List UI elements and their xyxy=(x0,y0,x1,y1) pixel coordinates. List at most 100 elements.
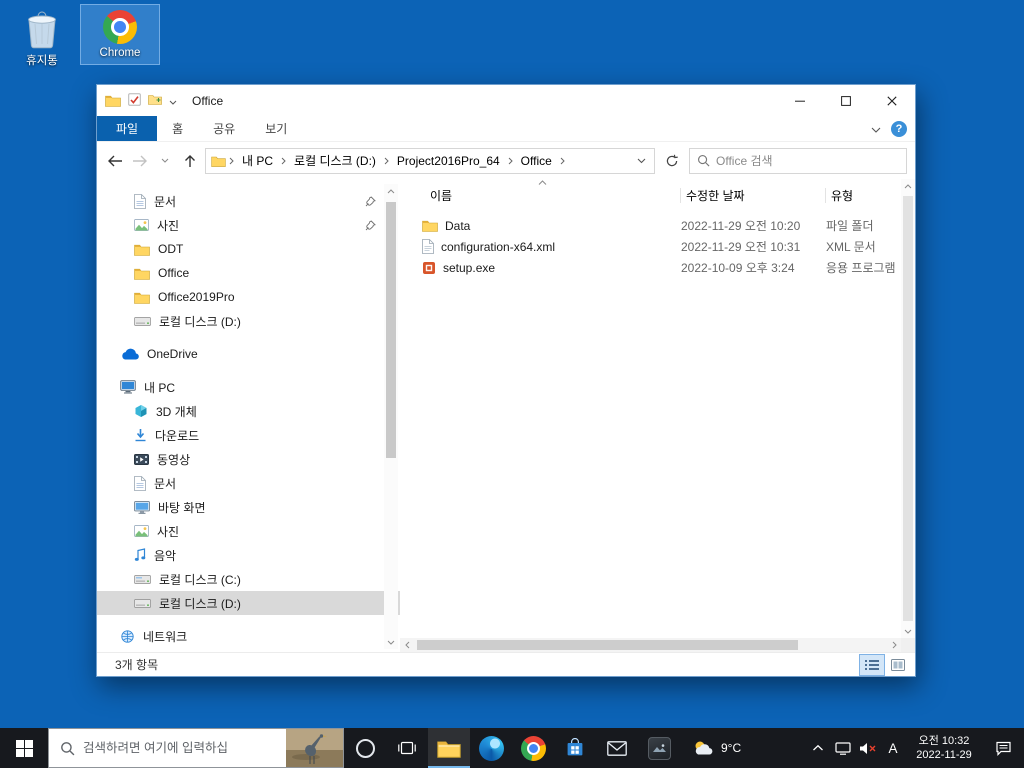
chrome-button[interactable] xyxy=(512,728,554,768)
search-icon xyxy=(60,741,75,756)
details-view-button[interactable] xyxy=(859,653,885,676)
desktop-icon-chrome[interactable]: Chrome xyxy=(80,4,160,65)
chevron-up-icon xyxy=(812,744,824,752)
window-title: Office xyxy=(192,93,224,108)
chrome-icon xyxy=(520,735,546,761)
up-button[interactable] xyxy=(180,154,200,168)
large-icons-view-button[interactable] xyxy=(886,655,910,675)
scrollbar-corner xyxy=(901,638,915,652)
file-row-configuration-xml[interactable]: configuration-x64.xml 2022-11-29 오전 10:3… xyxy=(400,236,915,257)
scroll-up-icon[interactable] xyxy=(901,179,915,193)
desktop: 휴지통 Chrome Office 파일 홈 공유 보기 ? 내 PC 로컬 디… xyxy=(0,0,1024,768)
sidebar-item-this-pc[interactable]: 내 PC xyxy=(97,375,400,399)
network-tray-button[interactable] xyxy=(830,728,855,768)
tray-overflow-button[interactable] xyxy=(805,728,830,768)
ime-indicator[interactable]: A xyxy=(880,728,906,768)
documents-icon xyxy=(134,193,146,209)
sidebar-item-office[interactable]: Office xyxy=(97,261,400,285)
file-explorer-button[interactable] xyxy=(428,728,470,768)
title-bar[interactable]: Office xyxy=(97,85,915,116)
sidebar-item-local-disk-d[interactable]: 로컬 디스크 (D:) xyxy=(97,591,400,615)
recent-locations-button[interactable] xyxy=(155,158,175,163)
sidebar-item-downloads[interactable]: 다운로드 xyxy=(97,423,400,447)
breadcrumb-item[interactable]: Project2016Pro_64 xyxy=(392,154,505,168)
sidebar-item-3d-objects[interactable]: 3D 개체 xyxy=(97,399,400,423)
tab-home[interactable]: 홈 xyxy=(157,116,198,141)
sidebar-item-pictures[interactable]: 사진 xyxy=(97,213,400,237)
qat-new-folder-button[interactable] xyxy=(148,94,162,108)
qat-customize-button[interactable] xyxy=(169,94,177,108)
cortana-button[interactable] xyxy=(344,728,386,768)
address-bar[interactable]: 내 PC 로컬 디스크 (D:) Project2016Pro_64 Offic… xyxy=(205,147,655,174)
sidebar-item-odt[interactable]: ODT xyxy=(97,237,400,261)
forward-button[interactable] xyxy=(130,155,150,167)
file-row-setup-exe[interactable]: setup.exe 2022-10-09 오후 3:24 응용 프로그램 xyxy=(400,257,915,278)
qat-properties-button[interactable] xyxy=(128,92,141,109)
sidebar-item-documents[interactable]: 문서 xyxy=(97,471,400,495)
address-dropdown-button[interactable] xyxy=(637,158,649,164)
column-header-modified[interactable]: 수정한 날짜 xyxy=(681,181,825,209)
scrollbar-thumb[interactable] xyxy=(417,640,798,650)
scroll-up-icon[interactable] xyxy=(384,184,398,198)
close-button[interactable] xyxy=(869,85,915,116)
scrollbar-thumb[interactable] xyxy=(386,202,396,458)
search-highlight-image[interactable] xyxy=(286,729,343,767)
vertical-scrollbar[interactable] xyxy=(901,179,915,638)
taskbar-search-box[interactable] xyxy=(48,728,344,768)
store-button[interactable] xyxy=(554,728,596,768)
breadcrumb-item[interactable]: 로컬 디스크 (D:) xyxy=(289,152,381,169)
breadcrumb-separator-icon xyxy=(382,157,391,165)
sidebar-item-onedrive[interactable]: OneDrive xyxy=(97,342,400,366)
file-list[interactable]: Data 2022-11-29 오전 10:20 파일 폴더 configura… xyxy=(400,209,915,278)
scrollbar-thumb[interactable] xyxy=(903,196,913,621)
back-button[interactable] xyxy=(105,155,125,167)
sidebar-item-network[interactable]: 네트워크 xyxy=(97,624,400,648)
maximize-button[interactable] xyxy=(823,85,869,116)
file-row-data[interactable]: Data 2022-11-29 오전 10:20 파일 폴더 xyxy=(400,215,915,236)
taskbar-search-input[interactable] xyxy=(83,741,278,755)
breadcrumb-item[interactable]: Office xyxy=(516,154,557,168)
weather-widget[interactable]: 9°C xyxy=(680,728,752,768)
sidebar-item-desktop[interactable]: 바탕 화면 xyxy=(97,495,400,519)
sidebar-scrollbar[interactable] xyxy=(384,184,398,649)
horizontal-scrollbar[interactable] xyxy=(400,638,901,652)
task-view-button[interactable] xyxy=(386,728,428,768)
ribbon-expand-button[interactable] xyxy=(871,122,881,136)
minimize-button[interactable] xyxy=(777,85,823,116)
item-count: 3개 항목 xyxy=(115,658,159,672)
sidebar-item-local-disk-d[interactable]: 로컬 디스크 (D:) xyxy=(97,309,400,333)
scroll-down-icon[interactable] xyxy=(384,635,398,649)
refresh-button[interactable] xyxy=(660,154,684,168)
column-header-name[interactable]: 이름 xyxy=(400,181,680,209)
sidebar-item-documents[interactable]: 문서 xyxy=(97,189,400,213)
pinned-app-button[interactable] xyxy=(638,728,680,768)
network-status-icon xyxy=(834,741,851,755)
tab-file[interactable]: 파일 xyxy=(97,116,158,141)
breadcrumb-item[interactable]: 내 PC xyxy=(237,152,278,169)
start-button[interactable] xyxy=(0,728,48,768)
mail-button[interactable] xyxy=(596,728,638,768)
scroll-left-icon[interactable] xyxy=(400,638,414,652)
breadcrumb-separator-icon xyxy=(506,157,515,165)
sidebar-item-pictures[interactable]: 사진 xyxy=(97,519,400,543)
edge-button[interactable] xyxy=(470,728,512,768)
volume-tray-button[interactable] xyxy=(855,728,880,768)
taskbar-clock[interactable]: 오전 10:32 2022-11-29 xyxy=(906,728,982,768)
scroll-right-icon[interactable] xyxy=(887,638,901,652)
desktop-icon-recycle-bin[interactable]: 휴지통 xyxy=(2,6,82,73)
navigation-bar: 내 PC 로컬 디스크 (D:) Project2016Pro_64 Offic… xyxy=(97,142,915,179)
action-center-button[interactable] xyxy=(982,728,1024,768)
help-button[interactable]: ? xyxy=(891,120,907,137)
sidebar-item-music[interactable]: 음악 xyxy=(97,543,400,567)
sidebar-item-office2019pro[interactable]: Office2019Pro xyxy=(97,285,400,309)
file-list-pane[interactable]: 이름 수정한 날짜 유형 Data 2022-11-29 오전 10:20 파일… xyxy=(400,179,915,652)
tab-view[interactable]: 보기 xyxy=(250,116,302,141)
explorer-search-input[interactable] xyxy=(716,153,899,168)
explorer-search-box[interactable] xyxy=(689,147,907,174)
chevron-down-icon xyxy=(169,100,177,105)
sidebar-item-videos[interactable]: 동영상 xyxy=(97,447,400,471)
sidebar-item-local-disk-c[interactable]: 로컬 디스크 (C:) xyxy=(97,567,400,591)
scroll-down-icon[interactable] xyxy=(901,624,915,638)
tab-share[interactable]: 공유 xyxy=(198,116,250,141)
desktop-icon-label: Chrome xyxy=(99,47,141,59)
